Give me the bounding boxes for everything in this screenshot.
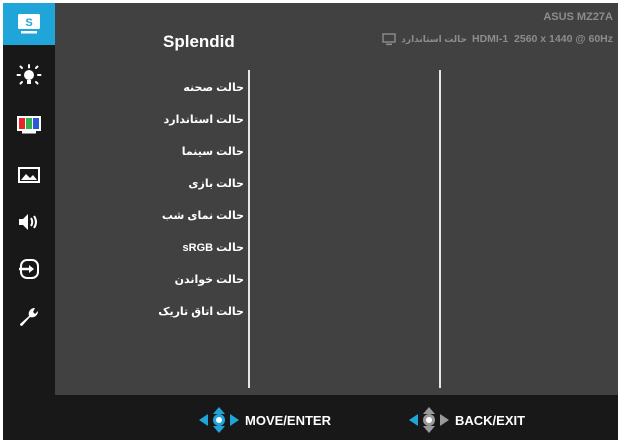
- key-guide-bar: MOVE/ENTER BACK/EXIT: [3, 395, 618, 440]
- four-way-nav-icon: [199, 407, 239, 433]
- four-way-back-icon: [409, 407, 449, 433]
- column-divider: [439, 70, 441, 388]
- column-divider: [248, 70, 250, 388]
- list-item[interactable]: حالت صحنه: [183, 78, 244, 98]
- menu-area: حالت صحنه حالت استاندارد حالت سینما حالت…: [55, 58, 618, 395]
- list-item[interactable]: حالت استاندارد: [164, 110, 244, 130]
- list-item[interactable]: حالت نمای شب: [162, 206, 244, 226]
- splendid-icon: S: [18, 14, 40, 34]
- page-title: Splendid: [163, 32, 235, 51]
- monitor-icon: [382, 32, 396, 45]
- status-line: حالت استاندارد HDMI-1 2560 x 1440 @ 60Hz: [382, 30, 613, 48]
- move-enter-label: MOVE/ENTER: [245, 412, 331, 428]
- osd-frame: S Splendid ASUS MZ27A حالت استاندارد HDM…: [3, 3, 618, 440]
- list-item[interactable]: حالت بازی: [188, 174, 244, 194]
- list-item[interactable]: حالت sRGB: [183, 238, 244, 258]
- model-name: ASUS MZ27A: [543, 11, 613, 23]
- color-icon: [17, 116, 41, 134]
- svg-text:S: S: [25, 17, 32, 29]
- input-select-icon: [19, 259, 39, 279]
- list-item[interactable]: حالت سینما: [182, 142, 244, 162]
- osd-header: Splendid ASUS MZ27A حالت استاندارد HDMI-…: [55, 3, 618, 58]
- image-icon: [18, 167, 40, 183]
- sidebar-item-system-setup[interactable]: [3, 297, 55, 339]
- list-item[interactable]: حالت خواندن: [175, 270, 244, 290]
- sidebar-item-input-select[interactable]: [3, 248, 55, 290]
- input-resolution: HDMI-1 2560 x 1440 @ 60Hz: [472, 33, 613, 45]
- osd-panel: Splendid ASUS MZ27A حالت استاندارد HDMI-…: [55, 3, 618, 395]
- move-enter-hint: MOVE/ENTER: [199, 407, 331, 433]
- system-setup-icon: [20, 307, 39, 326]
- sidebar-item-sound[interactable]: [3, 201, 55, 243]
- back-exit-label: BACK/EXIT: [455, 412, 526, 428]
- sidebar: S: [3, 3, 55, 395]
- back-exit-hint: BACK/EXIT: [409, 407, 525, 433]
- sidebar-item-image[interactable]: [3, 154, 55, 196]
- sound-icon: [19, 214, 37, 230]
- list-item[interactable]: حالت اتاق تاریک: [158, 302, 244, 322]
- sidebar-item-splendid[interactable]: S: [3, 3, 55, 45]
- sidebar-item-brightness[interactable]: [3, 55, 55, 97]
- brightness-icon: [16, 64, 42, 85]
- current-mode: حالت استاندارد: [401, 33, 468, 44]
- sidebar-item-color[interactable]: [3, 104, 55, 146]
